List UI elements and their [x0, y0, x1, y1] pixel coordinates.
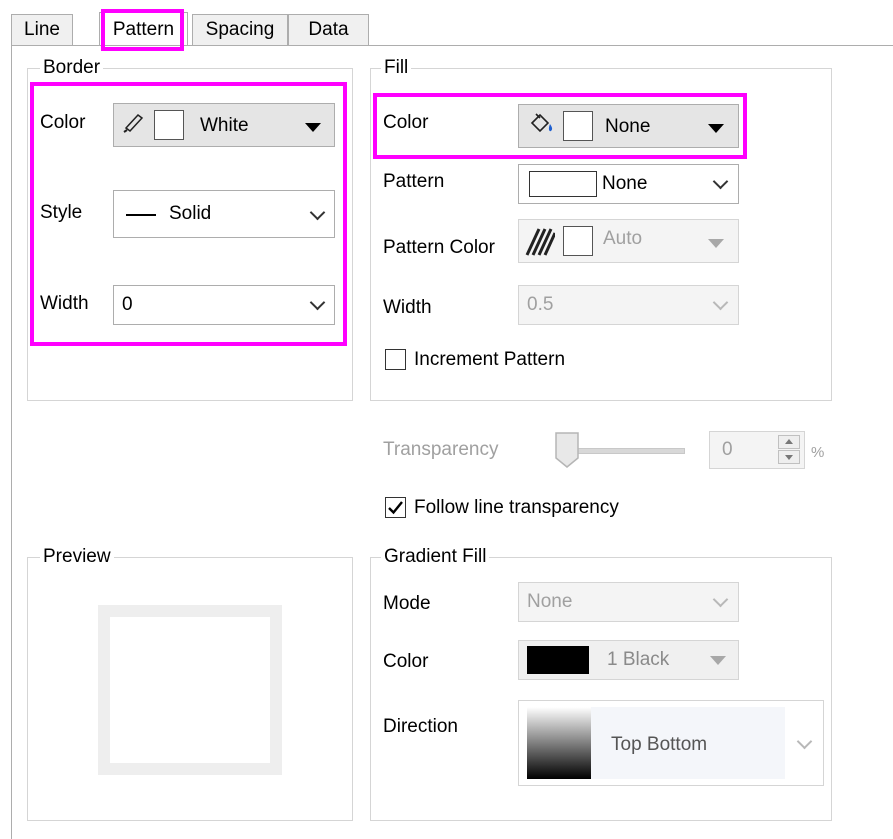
gradient-mode-combo[interactable]: None — [518, 582, 739, 622]
tab-spacing-label: Spacing — [205, 19, 275, 40]
chevron-down-icon — [796, 733, 813, 750]
gradient-color-value: 1 Black — [607, 649, 670, 670]
dropdown-arrow-icon — [708, 239, 724, 248]
hatch-pattern-icon — [525, 227, 557, 263]
preview-group-title: Preview — [40, 547, 114, 567]
gradient-direction-preview — [527, 707, 591, 779]
fill-width-value: 0.5 — [527, 294, 554, 315]
transparency-label: Transparency — [383, 439, 499, 460]
gradient-color-label: Color — [383, 651, 429, 672]
border-highlight — [30, 82, 347, 346]
transparency-value: 0 — [722, 439, 733, 460]
gradient-direction-dropdown[interactable]: Top Bottom — [518, 700, 824, 786]
tab-line[interactable]: Line — [11, 14, 73, 45]
fill-width-combo[interactable]: 0.5 — [518, 285, 739, 325]
gradient-color-dropdown[interactable]: 1 Black — [518, 640, 739, 680]
fill-color-highlight — [373, 93, 747, 159]
tab-data-label: Data — [308, 19, 349, 40]
pattern-color-value: Auto — [603, 228, 643, 249]
border-group-title: Border — [40, 58, 104, 78]
pattern-color-dropdown[interactable]: Auto — [518, 219, 739, 263]
dropdown-arrow-icon — [710, 656, 726, 665]
gradient-mode-value: None — [527, 591, 573, 612]
tab-pattern-highlight — [101, 9, 184, 51]
spin-up-icon[interactable] — [778, 435, 800, 449]
transparency-slider-thumb[interactable] — [555, 432, 579, 474]
follow-line-transparency-checkbox[interactable] — [385, 497, 406, 518]
transparency-spinbox[interactable]: 0 — [709, 431, 805, 469]
spin-down-icon[interactable] — [778, 450, 800, 464]
pattern-preview-swatch — [529, 171, 597, 197]
chevron-down-icon — [712, 591, 729, 608]
panel-edge — [11, 45, 12, 839]
follow-line-transparency-label: Follow line transparency — [414, 497, 619, 518]
checkmark-icon — [388, 501, 403, 515]
pattern-color-label: Pattern Color — [383, 237, 495, 258]
fill-group-title: Fill — [381, 58, 412, 78]
transparency-unit: % — [811, 444, 825, 461]
fill-pattern-label: Pattern — [383, 171, 445, 192]
increment-pattern-checkbox[interactable] — [385, 349, 406, 370]
gradient-fill-group-title: Gradient Fill — [381, 547, 490, 567]
fill-pattern-value: None — [602, 173, 648, 194]
gradient-direction-label: Direction — [383, 716, 458, 737]
tab-line-label: Line — [24, 19, 60, 40]
tab-data[interactable]: Data — [288, 14, 369, 45]
gradient-direction-value: Top Bottom — [611, 734, 708, 755]
gradient-mode-label: Mode — [383, 593, 431, 614]
chevron-down-icon — [712, 294, 729, 311]
chevron-down-icon — [712, 173, 729, 190]
tab-spacing[interactable]: Spacing — [192, 14, 288, 45]
fill-width-label: Width — [383, 297, 432, 318]
transparency-slider-track[interactable] — [565, 448, 685, 454]
gradient-color-swatch — [527, 646, 589, 674]
increment-pattern-label: Increment Pattern — [414, 349, 566, 370]
fill-pattern-dropdown[interactable]: None — [518, 164, 739, 204]
pattern-color-swatch — [563, 226, 593, 256]
preview-sample — [98, 605, 282, 775]
